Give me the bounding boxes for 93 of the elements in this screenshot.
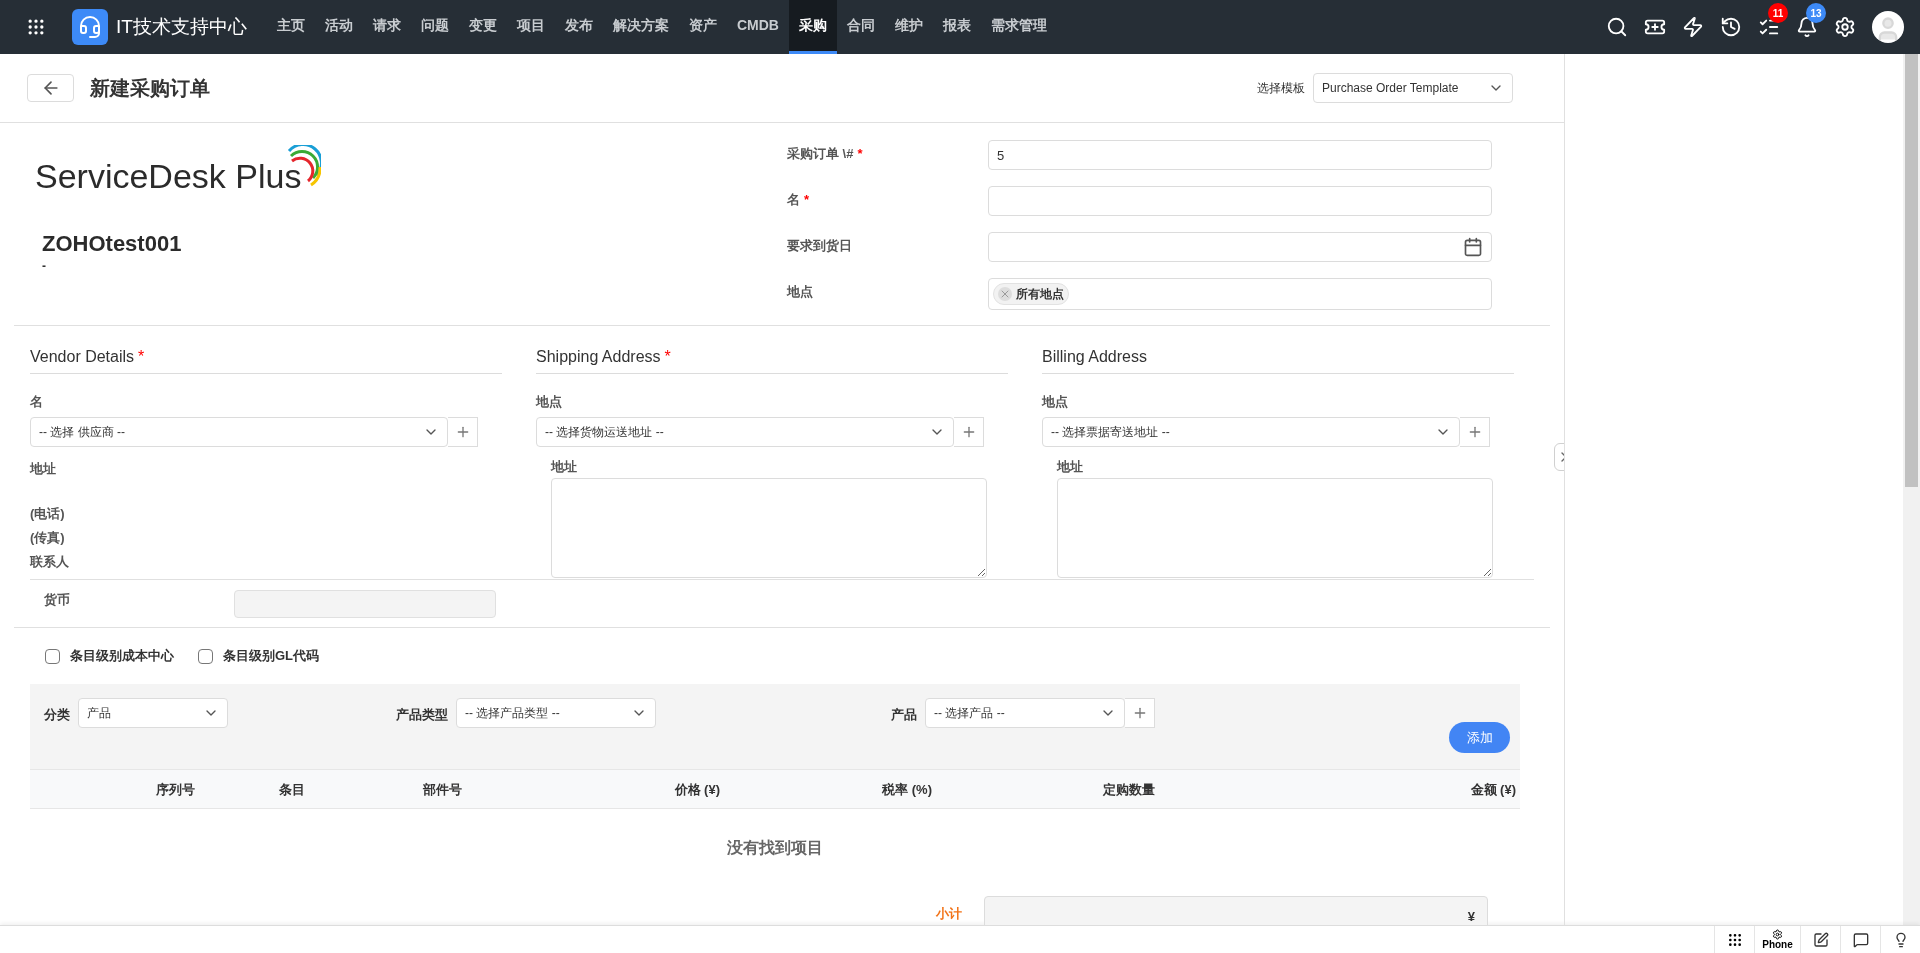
column-header: 金额 (¥) bbox=[1470, 782, 1516, 797]
page-title: 新建采购订单 bbox=[90, 76, 210, 101]
location-tag: 所有地点 bbox=[993, 283, 1069, 305]
nav-tab[interactable]: 采购 bbox=[788, 0, 837, 54]
notifications-icon[interactable] bbox=[1796, 16, 1818, 38]
lightning-icon[interactable] bbox=[1682, 16, 1704, 38]
filter-label: 分类 bbox=[44, 706, 70, 724]
subtotal-label: 小计 bbox=[936, 905, 963, 923]
note-edit-icon[interactable] bbox=[1812, 931, 1829, 948]
headset-icon bbox=[78, 15, 102, 39]
count-badge: 11 bbox=[1768, 3, 1788, 23]
nav-tab[interactable]: 解决方案 bbox=[602, 0, 679, 54]
select-field[interactable]: -- 选择货物运送地址 -- bbox=[536, 416, 954, 447]
contact-label: (传真) bbox=[30, 529, 65, 547]
phone-button[interactable]: Phone bbox=[1754, 926, 1800, 953]
organization-name: ZOHOtest001 bbox=[42, 230, 182, 258]
tag-field[interactable]: 所有地点 bbox=[988, 278, 1492, 310]
nav-tab[interactable]: 报表 bbox=[932, 0, 981, 54]
column-header: 税率 (%) bbox=[882, 782, 932, 797]
nav-tab[interactable]: 主页 bbox=[266, 0, 315, 54]
date-field[interactable] bbox=[988, 232, 1492, 262]
apps-grid-icon[interactable] bbox=[26, 17, 46, 37]
nav-tab[interactable]: 维护 bbox=[884, 0, 933, 54]
gear-icon bbox=[1772, 929, 1783, 940]
field-label: 地点 bbox=[787, 283, 813, 301]
calendar-icon bbox=[1463, 237, 1483, 257]
add-button[interactable] bbox=[954, 416, 984, 447]
section-title: Billing Address bbox=[1042, 347, 1147, 367]
scrollbar-thumb[interactable] bbox=[1905, 54, 1918, 487]
field-label: 名 * bbox=[787, 191, 810, 209]
section-title: Shipping Address * bbox=[536, 347, 671, 367]
scrollbar[interactable] bbox=[1903, 54, 1920, 925]
nav-tab[interactable]: 资产 bbox=[678, 0, 727, 54]
checkbox-label: 条目级别成本中心 bbox=[70, 647, 174, 666]
column-header: 价格 (¥) bbox=[674, 782, 720, 797]
input-field[interactable]: 5 bbox=[988, 140, 1492, 170]
add-button[interactable] bbox=[1460, 416, 1490, 447]
organization-detail: - bbox=[42, 260, 46, 272]
add-button[interactable] bbox=[1125, 698, 1155, 728]
field-label: 地点 bbox=[1042, 393, 1068, 411]
app-logo[interactable] bbox=[72, 9, 108, 45]
search-icon[interactable] bbox=[1606, 16, 1628, 38]
column-header: 序列号 bbox=[156, 782, 195, 797]
filter-label: 产品类型 bbox=[396, 706, 448, 724]
column-header: 定购数量 bbox=[1103, 782, 1155, 797]
settings-icon[interactable] bbox=[1834, 16, 1856, 38]
product-type-select[interactable]: -- 选择产品类型 -- bbox=[456, 698, 656, 728]
app-title: IT技术支持中心 bbox=[116, 14, 247, 39]
servicedesk-plus-logo: ServiceDesk Plus bbox=[35, 145, 322, 193]
select-field[interactable]: -- 选择 供应商 -- bbox=[30, 416, 448, 447]
nav-tab[interactable]: 合同 bbox=[836, 0, 885, 54]
nav-tab[interactable]: 活动 bbox=[314, 0, 363, 54]
field-label: 货币 bbox=[44, 591, 71, 609]
field-label: 采购订单 \# * bbox=[787, 145, 863, 163]
chat-icon[interactable] bbox=[1852, 931, 1869, 948]
add-item-button[interactable]: 添加 bbox=[1449, 722, 1510, 753]
remove-icon[interactable] bbox=[999, 288, 1011, 300]
field-label: 地点 bbox=[536, 393, 562, 411]
dialpad-icon[interactable] bbox=[1726, 931, 1743, 948]
checkbox[interactable] bbox=[45, 648, 60, 664]
count-badge: 13 bbox=[1806, 3, 1826, 23]
column-header: 条目 bbox=[279, 782, 305, 797]
field-label: 要求到货日 bbox=[787, 237, 852, 255]
select-field[interactable]: -- 选择票据寄送地址 -- bbox=[1042, 416, 1460, 447]
nav-tab[interactable]: 请求 bbox=[362, 0, 411, 54]
nav-tab[interactable]: 问题 bbox=[410, 0, 459, 54]
contact-label: (电话) bbox=[30, 505, 65, 523]
contact-label: 联系人 bbox=[30, 553, 69, 571]
nav-tab[interactable]: 发布 bbox=[554, 0, 603, 54]
currency-symbol: ¥ bbox=[1467, 908, 1475, 925]
column-header: 部件号 bbox=[423, 782, 462, 797]
nav-tab[interactable]: 变更 bbox=[458, 0, 507, 54]
back-button[interactable] bbox=[27, 74, 74, 102]
field-label: 地址 bbox=[551, 457, 577, 476]
category-select[interactable]: 产品 bbox=[78, 698, 228, 728]
filter-label: 产品 bbox=[891, 706, 917, 724]
product-select[interactable]: -- 选择产品 -- bbox=[925, 698, 1125, 728]
input-field[interactable] bbox=[988, 186, 1492, 216]
field-label: 地址 bbox=[30, 459, 56, 478]
avatar-icon[interactable] bbox=[1872, 11, 1904, 43]
field-label: 名 bbox=[30, 393, 43, 411]
nav-tab[interactable]: 项目 bbox=[506, 0, 555, 54]
checkbox-label: 条目级别GL代码 bbox=[223, 647, 320, 666]
template-label: 选择模板 bbox=[1257, 80, 1305, 97]
checkbox[interactable] bbox=[198, 648, 213, 664]
field-label: 地址 bbox=[1057, 457, 1083, 476]
template-select[interactable]: Purchase Order Template bbox=[1313, 73, 1513, 103]
section-title: Vendor Details * bbox=[30, 347, 145, 367]
nav-tab[interactable]: 需求管理 bbox=[980, 0, 1057, 54]
add-button[interactable] bbox=[448, 416, 478, 447]
nav-tab[interactable]: CMDB bbox=[726, 0, 789, 54]
history-icon[interactable] bbox=[1720, 16, 1742, 38]
empty-message: 没有找到项目 bbox=[727, 838, 823, 858]
